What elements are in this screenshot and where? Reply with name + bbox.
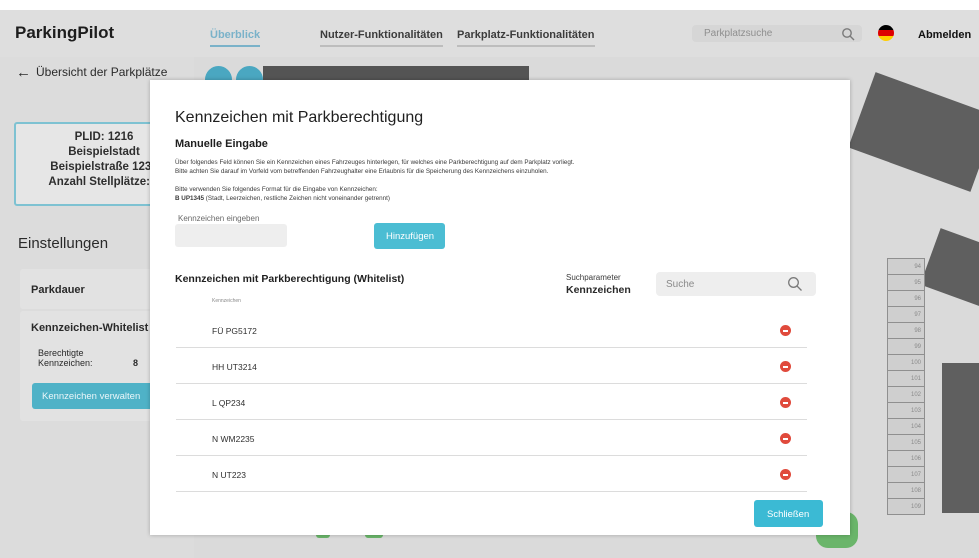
table-row [176, 420, 807, 456]
description-line1: Über folgendes Feld können Sie ein Kennz… [175, 159, 575, 166]
close-button-label: Schließen [767, 509, 810, 520]
format-example: B UP1345 [175, 195, 205, 202]
parking-space[interactable]: 106 [887, 450, 925, 467]
manual-entry-heading: Manuelle Eingabe [175, 138, 268, 150]
back-arrow-icon[interactable]: ← [16, 64, 31, 81]
parking-space[interactable]: 99 [887, 338, 925, 355]
plate-text: HH UT3214 [212, 362, 257, 372]
parking-space[interactable]: 105 [887, 434, 925, 451]
delete-icon[interactable] [780, 325, 791, 336]
search-icon[interactable] [787, 276, 803, 292]
map-building [942, 363, 979, 513]
parking-space[interactable]: 104 [887, 418, 925, 435]
kennzeichen-input[interactable] [175, 224, 287, 247]
delete-icon[interactable] [780, 433, 791, 444]
flag-de-icon[interactable] [878, 25, 894, 41]
table-row [176, 456, 807, 492]
search-parameter-label: Suchparameter [566, 273, 621, 282]
delete-icon[interactable] [780, 361, 791, 372]
parking-space[interactable]: 95 [887, 274, 925, 291]
berechtigt-label-line2: Kennzeichen: [38, 358, 93, 368]
parking-space[interactable]: 102 [887, 386, 925, 403]
parking-space[interactable]: 109 [887, 498, 925, 515]
delete-icon[interactable] [780, 469, 791, 480]
plate-text: FÜ PG5172 [212, 326, 257, 336]
table-row [176, 384, 807, 420]
parking-space[interactable]: 100 [887, 354, 925, 371]
logout-button[interactable]: Abmelden [918, 29, 971, 41]
plate-text: N UT223 [212, 470, 247, 480]
parking-space[interactable]: 98 [887, 322, 925, 339]
format-intro: Bitte verwenden Sie folgendes Format für… [175, 186, 378, 193]
parking-space[interactable]: 107 [887, 466, 925, 483]
plate-text: L QP234 [212, 398, 246, 408]
column-header-kennzeichen: Kennzeichen [212, 298, 241, 304]
kennzeichen-verwalten-label: Kennzeichen verwalten [42, 391, 141, 402]
settings-heading: Einstellungen [18, 235, 109, 252]
delete-icon[interactable] [780, 397, 791, 408]
table-row [176, 312, 807, 348]
parking-space[interactable]: 103 [887, 402, 925, 419]
plate-text: N WM2235 [212, 434, 255, 444]
parking-space[interactable]: 94 [887, 258, 925, 275]
parking-space[interactable]: 108 [887, 482, 925, 499]
whitelist-label: Kennzeichen-Whitelist [31, 322, 149, 334]
add-button-label: Hinzufügen [386, 231, 435, 242]
parking-space[interactable]: 96 [887, 290, 925, 307]
berechtigt-label-line1: Berechtigte [38, 348, 84, 358]
search-placeholder: Parkplatzsuche [704, 28, 773, 39]
parking-space[interactable]: 97 [887, 306, 925, 323]
table-row [176, 348, 807, 384]
whitelist-heading: Kennzeichen mit Parkberechtigung (Whitel… [175, 273, 405, 285]
description-line2: Bitte achten Sie darauf im Vorfeld vom b… [175, 168, 549, 175]
parkdauer-label: Parkdauer [31, 284, 85, 296]
tab-parkplatz-funktionalitaeten[interactable]: Parkplatz-Funktionalitäten [457, 29, 595, 47]
format-note: (Stadt, Leerzeichen, restliche Zeichen n… [204, 195, 390, 202]
berechtigt-count: 8 [133, 358, 139, 368]
modal-title: Kennzeichen mit Parkberechtigung [175, 109, 424, 126]
app-logo[interactable]: ParkingPilot [15, 23, 114, 43]
kennzeichen-input-label: Kennzeichen eingeben [178, 214, 260, 223]
tab-nutzer-funktionalitaeten[interactable]: Nutzer-Funktionalitäten [320, 29, 443, 47]
parking-space[interactable]: 101 [887, 370, 925, 387]
format-example-line: B UP1345 (Stadt, Leerzeichen, restliche … [175, 195, 390, 202]
back-link[interactable]: Übersicht der Parkplätze [36, 65, 167, 79]
tab-ueberblick[interactable]: Überblick [210, 29, 261, 47]
search-parameter-value[interactable]: Kennzeichen [566, 284, 631, 296]
search-icon[interactable] [841, 27, 855, 41]
whitelist-search-placeholder: Suche [666, 279, 695, 290]
